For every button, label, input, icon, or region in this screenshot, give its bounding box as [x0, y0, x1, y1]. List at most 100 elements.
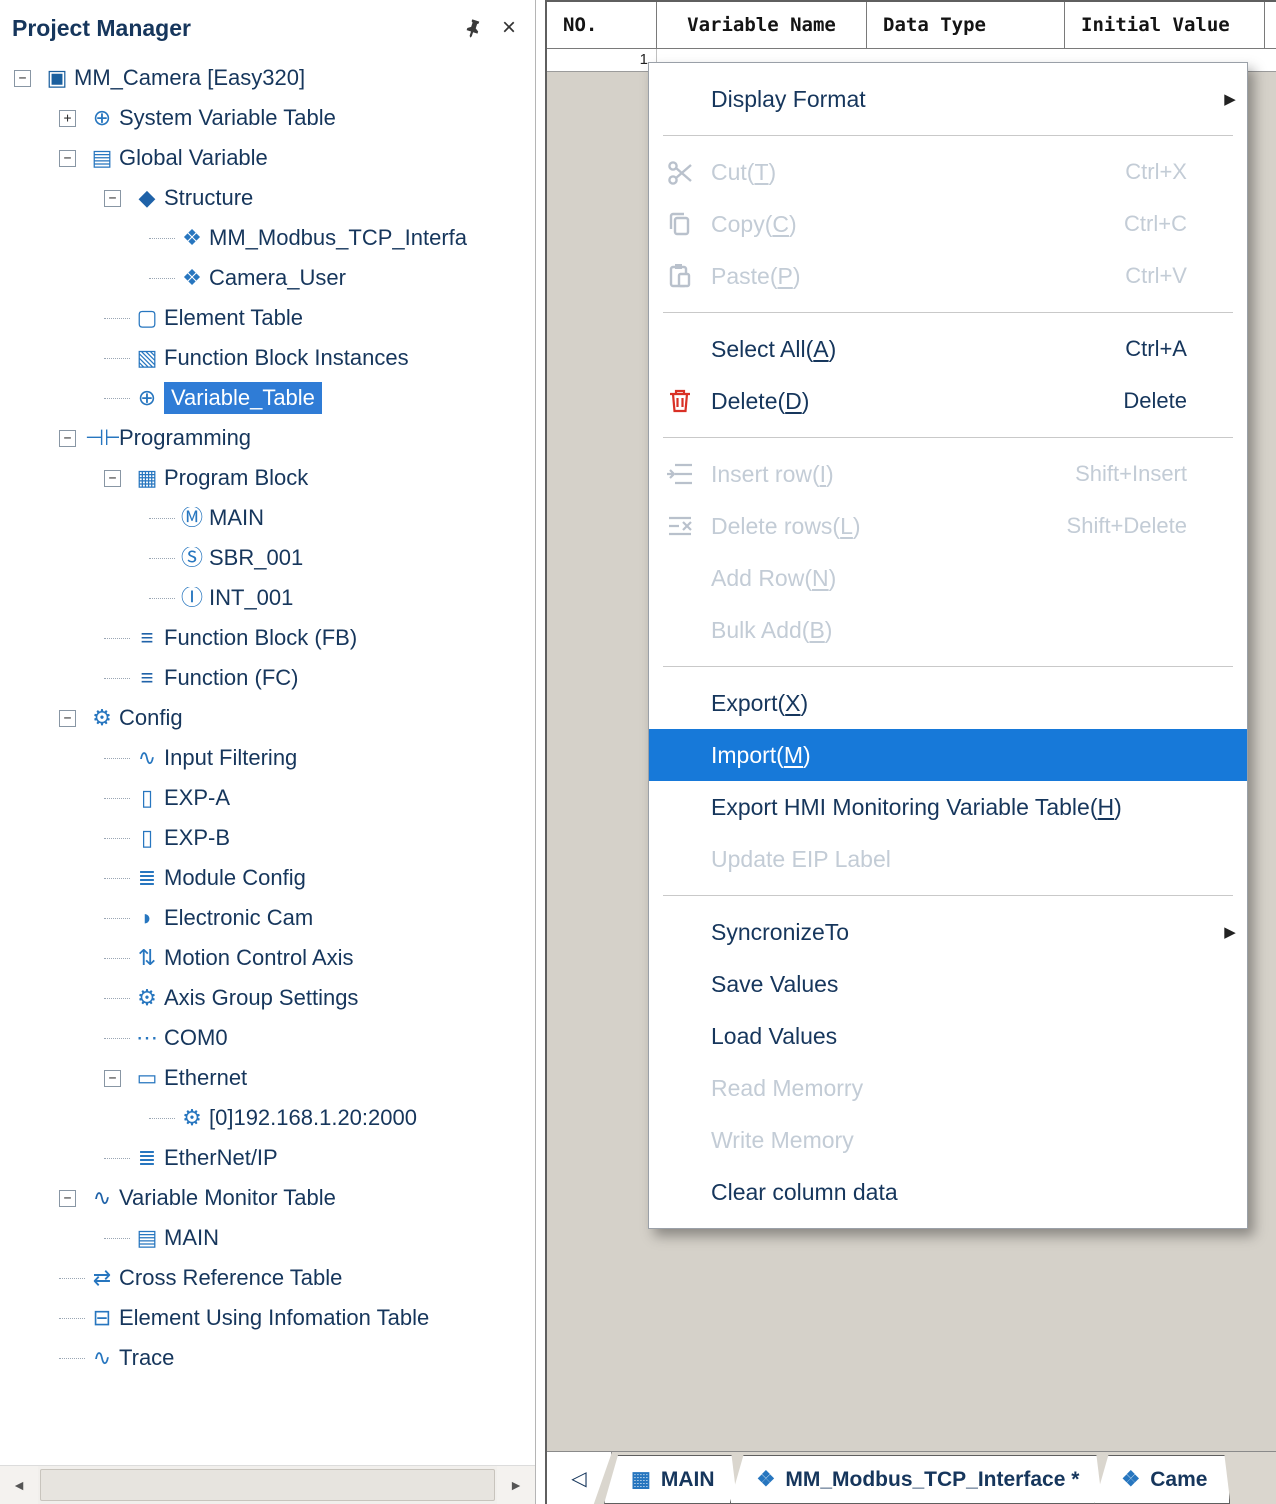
tree-connector — [149, 238, 175, 239]
tree-item-mm-camera-easy320[interactable]: −▣MM_Camera [Easy320] — [0, 58, 535, 98]
tree-connector — [104, 1238, 130, 1239]
scroll-right-icon[interactable]: ► — [497, 1466, 535, 1504]
column-header-no[interactable]: NO. — [547, 2, 657, 48]
column-header-data-type[interactable]: Data Type — [867, 2, 1065, 48]
tree-item-exp-b[interactable]: ▯EXP-B — [0, 818, 535, 858]
menu-item-label: Insert row(I) — [711, 461, 1075, 488]
menu-item-copy-c: Copy(C)Ctrl+C — [649, 198, 1247, 250]
tree-item-com0[interactable]: ⋯COM0 — [0, 1018, 535, 1058]
menu-shortcut: Shift+Delete — [1067, 513, 1213, 539]
tree-item-system-variable-table[interactable]: +⊕System Variable Table — [0, 98, 535, 138]
cross-reference-icon: ⇄ — [85, 1267, 119, 1289]
tree-item-0-192-168-1-20-2000[interactable]: ⚙[0]192.168.1.20:2000 — [0, 1098, 535, 1138]
scrollbar-track[interactable] — [38, 1466, 497, 1504]
tree-connector — [104, 678, 130, 679]
column-header-variable-name[interactable]: Variable Name — [657, 2, 867, 48]
tree-item-main[interactable]: ▤MAIN — [0, 1218, 535, 1258]
tree-item-int-001[interactable]: ⒾINT_001 — [0, 578, 535, 618]
menu-item-label: Export(X) — [711, 690, 1213, 717]
tree-item-trace[interactable]: ∿Trace — [0, 1338, 535, 1378]
tree-item-axis-group-settings[interactable]: ⚙Axis Group Settings — [0, 978, 535, 1018]
function-block-icon: ≡ — [130, 627, 164, 649]
tree-item-main[interactable]: ⓂMAIN — [0, 498, 535, 538]
tree-item-label: Element Table — [164, 305, 303, 331]
tree-item-module-config[interactable]: ≣Module Config — [0, 858, 535, 898]
expand-plus-icon[interactable]: + — [59, 110, 76, 127]
tab-main[interactable]: ▦MAIN — [604, 1455, 738, 1504]
tree-item-programming[interactable]: −⊣⊢Programming — [0, 418, 535, 458]
tree-item-global-variable[interactable]: −▤Global Variable — [0, 138, 535, 178]
tree-item-label: MM_Modbus_TCP_Interfa — [209, 225, 467, 251]
delete-rows-icon — [649, 511, 711, 541]
menu-item-clear-column-data[interactable]: Clear column data — [649, 1166, 1247, 1218]
tree-item-structure[interactable]: −◆Structure — [0, 178, 535, 218]
tree-item-variable-table[interactable]: ⊕Variable_Table — [0, 378, 535, 418]
tree-item-label: EXP-B — [164, 825, 230, 851]
collapse-minus-icon[interactable]: − — [104, 190, 121, 207]
collapse-minus-icon[interactable]: − — [14, 70, 31, 87]
tree-item-element-using-infomation-table[interactable]: ⊟Element Using Infomation Table — [0, 1298, 535, 1338]
tree-item-exp-a[interactable]: ▯EXP-A — [0, 778, 535, 818]
tree-item-variable-monitor-table[interactable]: −∿Variable Monitor Table — [0, 1178, 535, 1218]
column-header-initial-value[interactable]: Initial Value — [1065, 2, 1265, 48]
element-table-icon: ▢ — [130, 307, 164, 329]
tree-item-config[interactable]: −⚙Config — [0, 698, 535, 738]
scrollbar-thumb[interactable] — [40, 1469, 495, 1501]
tree-connector — [104, 798, 130, 799]
tab-mm-modbus-tcp-interface[interactable]: ❖MM_Modbus_TCP_Interface * — [730, 1455, 1103, 1504]
project-tree: −▣MM_Camera [Easy320]+⊕System Variable T… — [0, 58, 535, 1464]
menu-item-syncronizeto[interactable]: SyncronizeTo▶ — [649, 906, 1247, 958]
menu-item-export-hmi-monitoring-variable-table-h[interactable]: Export HMI Monitoring Variable Table(H) — [649, 781, 1247, 833]
tree-item-function-block-instances[interactable]: ▧Function Block Instances — [0, 338, 535, 378]
tree-item-cross-reference-table[interactable]: ⇄Cross Reference Table — [0, 1258, 535, 1298]
tree-item-label: COM0 — [164, 1025, 228, 1051]
collapse-minus-icon[interactable]: − — [104, 470, 121, 487]
tree-item-program-block[interactable]: −▦Program Block — [0, 458, 535, 498]
tree-item-function-block-fb[interactable]: ≡Function Block (FB) — [0, 618, 535, 658]
tree-item-electronic-cam[interactable]: ◗Electronic Cam — [0, 898, 535, 938]
menu-item-label: Save Values — [711, 971, 1213, 998]
tree-item-ethernet[interactable]: −▭Ethernet — [0, 1058, 535, 1098]
scroll-left-icon[interactable]: ◄ — [0, 1466, 38, 1504]
module-config-icon: ≣ — [130, 867, 164, 889]
tree-item-label: EXP-A — [164, 785, 230, 811]
menu-item-delete-d[interactable]: Delete(D)Delete — [649, 375, 1247, 427]
collapse-minus-icon[interactable]: − — [104, 1070, 121, 1087]
menu-item-export-x[interactable]: Export(X) — [649, 677, 1247, 729]
tab-scroll-left-icon[interactable]: ◁ — [547, 1452, 612, 1504]
tree-connector — [104, 358, 130, 359]
tree-item-label: Cross Reference Table — [119, 1265, 342, 1291]
paste-icon — [649, 261, 711, 291]
menu-item-select-all-a[interactable]: Select All(A)Ctrl+A — [649, 323, 1247, 375]
tab-came[interactable]: ❖Came — [1094, 1455, 1230, 1504]
tree-item-element-table[interactable]: ▢Element Table — [0, 298, 535, 338]
collapse-minus-icon[interactable]: − — [59, 150, 76, 167]
tree-item-sbr-001[interactable]: ⓈSBR_001 — [0, 538, 535, 578]
column-header-extra[interactable] — [1265, 2, 1276, 48]
tree-item-input-filtering[interactable]: ∿Input Filtering — [0, 738, 535, 778]
menu-shortcut: Delete — [1123, 388, 1213, 414]
tree-item-mm-modbus-tcp-interfa[interactable]: ❖MM_Modbus_TCP_Interfa — [0, 218, 535, 258]
trash-icon — [649, 386, 711, 416]
tree-item-label: Program Block — [164, 465, 308, 491]
menu-item-display-format[interactable]: Display Format▶ — [649, 73, 1247, 125]
panel-title: Project Manager — [12, 15, 455, 42]
electronic-cam-icon: ◗ — [130, 907, 164, 929]
int-program-icon: Ⓘ — [175, 587, 209, 609]
tree-item-function-fc[interactable]: ≡Function (FC) — [0, 658, 535, 698]
cut-icon — [649, 157, 711, 187]
close-icon[interactable]: × — [491, 10, 527, 46]
tree-item-camera-user[interactable]: ❖Camera_User — [0, 258, 535, 298]
pin-icon[interactable] — [455, 10, 491, 46]
tree-item-motion-control-axis[interactable]: ⇅Motion Control Axis — [0, 938, 535, 978]
collapse-minus-icon[interactable]: − — [59, 1190, 76, 1207]
collapse-minus-icon[interactable]: − — [59, 710, 76, 727]
tree-item-label: Motion Control Axis — [164, 945, 354, 971]
collapse-minus-icon[interactable]: − — [59, 430, 76, 447]
menu-item-save-values[interactable]: Save Values — [649, 958, 1247, 1010]
tree-item-ethernet-ip[interactable]: ≣EtherNet/IP — [0, 1138, 535, 1178]
menu-item-load-values[interactable]: Load Values — [649, 1010, 1247, 1062]
menu-item-import-m[interactable]: Import(M) — [649, 729, 1247, 781]
row-number-cell[interactable]: 1 — [547, 49, 657, 71]
menu-item-write-memory: Write Memory — [649, 1114, 1247, 1166]
